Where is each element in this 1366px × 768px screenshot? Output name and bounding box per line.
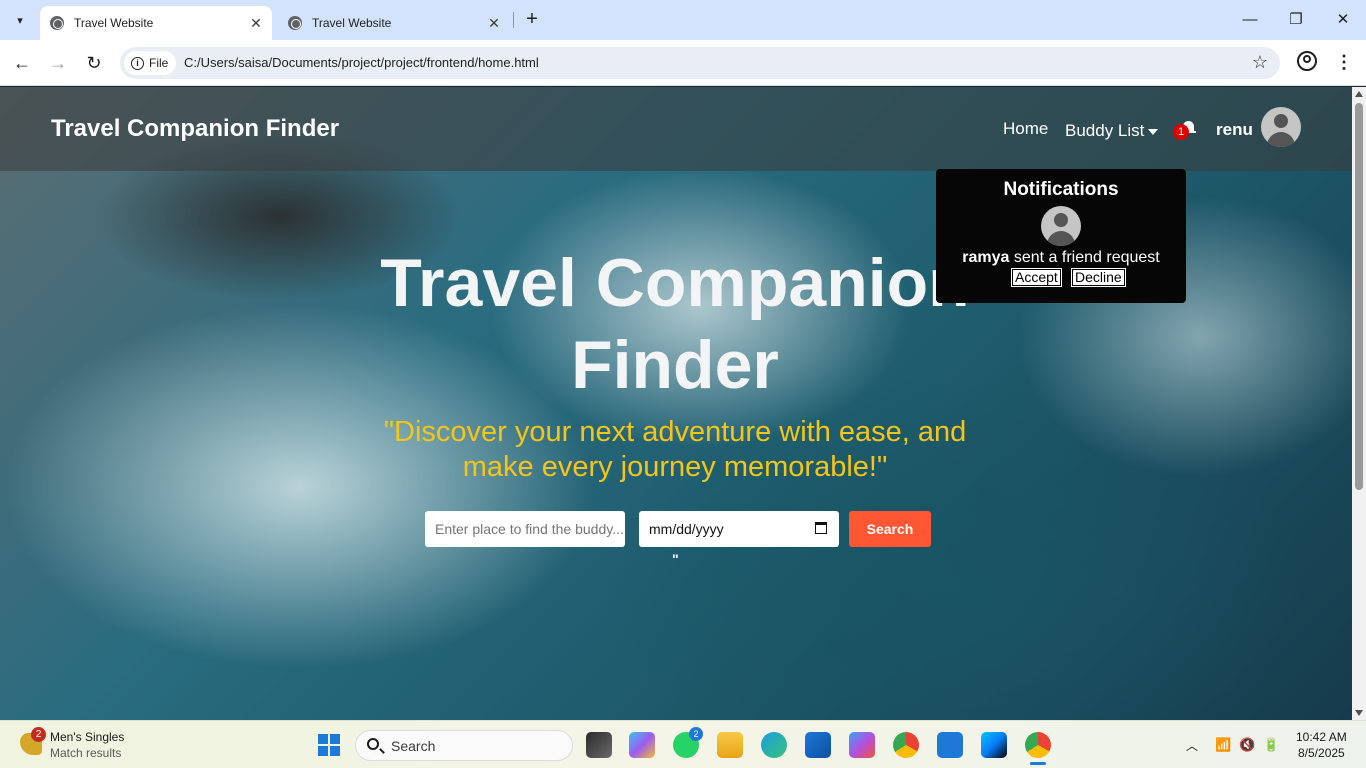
chrome-icon[interactable] (893, 732, 919, 758)
tab-title: Travel Website (312, 16, 392, 30)
browser-menu-icon[interactable]: ⋮ (1334, 51, 1354, 73)
scroll-thumb[interactable] (1355, 103, 1363, 490)
tab-strip: ▾ Travel Website ✕ Travel Website ✕ + — … (0, 0, 1366, 40)
browser-toolbar: ← → ↻ i File C:/Users/saisa/Documents/pr… (0, 40, 1366, 86)
tab-travel-website[interactable]: Travel Website ✕ (278, 6, 510, 40)
task-view-icon[interactable] (586, 732, 612, 758)
taskbar-search-box[interactable]: Search (355, 730, 573, 761)
speaker-muted-icon[interactable]: 🔇 (1239, 737, 1255, 753)
store-icon[interactable] (805, 732, 831, 758)
globe-icon (288, 16, 302, 30)
site-info-chip[interactable]: i File (124, 51, 176, 75)
close-tab-icon[interactable]: ✕ (246, 15, 266, 32)
widget-title[interactable]: Men's Singles (50, 730, 124, 744)
globe-icon (50, 16, 64, 30)
widget-subtitle[interactable]: Match results (50, 746, 121, 760)
date-input[interactable]: mm/dd/yyyy (639, 511, 839, 547)
site-navbar: Travel Companion Finder Home Buddy List … (0, 87, 1352, 171)
whatsapp-icon[interactable]: 2 (673, 727, 703, 758)
hero-title: Travel Companion Finder (380, 245, 970, 403)
webstorm-icon[interactable] (981, 732, 1007, 758)
nav-home-link[interactable]: Home (1003, 119, 1048, 139)
tab-title: Travel Website (74, 16, 154, 30)
chrome-active-icon[interactable] (1025, 732, 1051, 758)
clock-date[interactable]: 8/5/2025 (1298, 746, 1345, 760)
forward-button[interactable]: → (46, 51, 70, 75)
widget-badge: 2 (31, 727, 46, 742)
caret-down-icon (1148, 128, 1159, 135)
sender-name: ramya (962, 249, 1010, 266)
buddy-list-label: Buddy List (1065, 121, 1145, 140)
stray-text: " (672, 551, 679, 567)
address-bar[interactable]: i File C:/Users/saisa/Documents/project/… (120, 47, 1280, 79)
user-avatar[interactable] (1261, 107, 1301, 147)
notifications-title: Notifications (1003, 179, 1119, 200)
start-windows-icon[interactable] (318, 734, 340, 756)
m365-icon[interactable] (849, 732, 875, 758)
site-brand[interactable]: Travel Companion Finder (51, 115, 339, 143)
copilot-icon[interactable] (629, 732, 655, 758)
search-icon (367, 738, 379, 750)
page-scrollbar[interactable] (1352, 87, 1366, 720)
active-app-indicator (1030, 762, 1046, 765)
vscode-icon[interactable] (937, 732, 963, 758)
request-text: sent a friend request (1009, 249, 1160, 266)
notification-message: ramya sent a friend request (936, 249, 1186, 267)
clock-time[interactable]: 10:42 AM (1296, 730, 1347, 744)
tab-travel-website-active[interactable]: Travel Website ✕ (40, 6, 272, 40)
battery-icon[interactable]: 🔋 (1263, 737, 1279, 753)
info-icon: i (131, 56, 144, 70)
search-button[interactable]: Search (849, 511, 931, 547)
whatsapp-badge: 2 (689, 727, 703, 741)
tab-search-chevron-icon[interactable]: ▾ (8, 8, 32, 32)
taskbar-search-label: Search (391, 738, 436, 754)
maximize-button[interactable]: ❐ (1284, 8, 1308, 32)
date-placeholder: mm/dd/yyyy (649, 521, 724, 537)
notification-count-badge: 1 (1173, 124, 1189, 140)
scroll-up-arrow-icon[interactable] (1355, 91, 1363, 97)
hero-quote: "Discover your next adventure with ease,… (383, 416, 967, 483)
bookmark-star-icon[interactable]: ☆ (1252, 52, 1268, 73)
close-tab-icon[interactable]: ✕ (484, 15, 504, 32)
taskbar: 2 Men's Singles Match results Search 2 ︿… (0, 720, 1366, 768)
username-label: renu (1216, 120, 1253, 139)
reload-button[interactable]: ↻ (82, 51, 106, 75)
file-label: File (149, 56, 169, 70)
back-button[interactable]: ← (10, 51, 34, 75)
page-viewport: Travel Companion Finder Home Buddy List … (0, 87, 1352, 720)
tray-chevron-up-icon[interactable]: ︿ (1186, 737, 1198, 754)
profile-icon[interactable] (1297, 51, 1317, 71)
nav-buddy-list-dropdown[interactable]: Buddy List (1065, 121, 1159, 141)
calendar-icon[interactable] (815, 522, 827, 534)
tab-separator (513, 12, 514, 28)
place-search-input[interactable] (425, 511, 625, 547)
minimize-button[interactable]: — (1238, 8, 1262, 32)
sender-avatar (1041, 206, 1081, 246)
wifi-icon[interactable]: 📶 (1215, 737, 1231, 753)
new-tab-button[interactable]: + (520, 8, 544, 32)
edge-icon[interactable] (761, 732, 787, 758)
notifications-panel: Notifications ramya sent a friend reques… (936, 169, 1186, 303)
decline-button[interactable]: Decline (1071, 268, 1126, 287)
file-explorer-icon[interactable] (717, 732, 743, 758)
scroll-down-arrow-icon[interactable] (1355, 710, 1363, 716)
url-text[interactable]: C:/Users/saisa/Documents/project/project… (184, 55, 539, 70)
accept-button[interactable]: Accept (1011, 268, 1062, 287)
close-window-button[interactable]: ✕ (1331, 8, 1355, 32)
